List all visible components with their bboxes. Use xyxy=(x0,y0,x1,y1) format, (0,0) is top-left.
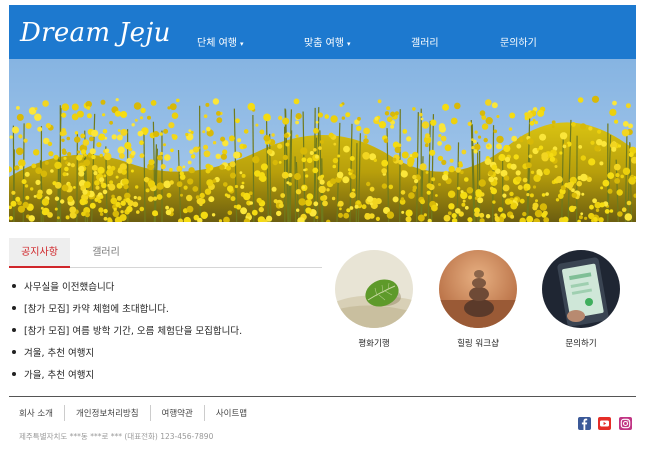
tab-notices[interactable]: 공지사항 xyxy=(9,238,70,268)
card-healing-workshop[interactable]: 힐링 워크샵 xyxy=(439,250,517,349)
list-item[interactable]: 가을, 추천 여행지 xyxy=(12,367,322,389)
instagram-icon[interactable] xyxy=(619,417,632,430)
smartphone-hand-image xyxy=(542,250,620,328)
notice-title: 사무실을 이전했습니다 xyxy=(24,282,115,293)
card-contact[interactable]: 문의하기 xyxy=(542,250,620,349)
notice-list: 사무실을 이전했습니다 [참가 모집] 카약 체험에 초대합니다. [참가 모집… xyxy=(12,279,322,389)
footer-link-terms[interactable]: 여행약관 xyxy=(151,407,204,419)
notice-title: [참가 모집] 여름 방학 기간, 오름 체험단을 모집합니다. xyxy=(24,326,243,337)
bullet-icon xyxy=(12,284,16,288)
nav-contact-label: 문의하기 xyxy=(500,38,537,49)
chevron-down-icon: ▾ xyxy=(346,40,351,48)
list-item[interactable]: [참가 모집] 카약 체험에 초대합니다. xyxy=(12,301,322,323)
site-header: Dream Jeju 단체 여행 ▾ 맞춤 여행 ▾ 갤러리 문의하기 xyxy=(9,5,636,59)
footer-link-about[interactable]: 회사 소개 xyxy=(9,407,64,419)
card-peace-travel-label: 평화기행 xyxy=(358,339,390,349)
nav-contact[interactable]: 문의하기 xyxy=(500,38,537,50)
list-item[interactable]: 겨울, 추천 여행지 xyxy=(12,345,322,367)
card-peace-travel[interactable]: 평화기행 xyxy=(335,250,413,349)
notice-title: 겨울, 추천 여행지 xyxy=(24,348,95,359)
card-contact-label: 문의하기 xyxy=(565,339,597,349)
list-item[interactable]: [참가 모집] 여름 방학 기간, 오름 체험단을 모집합니다. xyxy=(12,323,322,345)
list-item[interactable]: 사무실을 이전했습니다 xyxy=(12,279,322,301)
bullet-icon xyxy=(12,328,16,332)
youtube-icon[interactable] xyxy=(598,417,611,430)
bullet-icon xyxy=(12,350,16,354)
leaf-on-sand-image xyxy=(335,250,413,328)
footer-links: 회사 소개 개인정보처리방침 여행약관 사이트맵 xyxy=(9,404,258,422)
footer-link-privacy[interactable]: 개인정보처리방침 xyxy=(65,407,150,419)
footer-address: 제주특별자치도 ***동 ***로 *** (대표전화) 123-456-789… xyxy=(19,432,214,441)
site-logo[interactable]: Dream Jeju xyxy=(20,18,171,48)
bullet-icon xyxy=(12,306,16,310)
stacked-stones-image xyxy=(439,250,517,328)
notice-title: 가을, 추천 여행지 xyxy=(24,370,95,381)
chevron-down-icon: ▾ xyxy=(239,40,244,48)
facebook-icon[interactable] xyxy=(578,417,591,430)
footer-link-sitemap[interactable]: 사이트맵 xyxy=(205,407,258,419)
hero-banner xyxy=(9,59,636,222)
nav-gallery-label: 갤러리 xyxy=(411,38,439,49)
card-healing-workshop-label: 힐링 워크샵 xyxy=(457,339,499,349)
nav-group-tour[interactable]: 단체 여행 ▾ xyxy=(197,38,244,50)
canola-field-image xyxy=(9,59,636,222)
nav-custom-tour-label: 맞춤 여행 xyxy=(304,38,344,49)
bullet-icon xyxy=(12,372,16,376)
footer-divider xyxy=(9,396,636,397)
nav-group-tour-label: 단체 여행 xyxy=(197,38,237,49)
tab-gallery[interactable]: 갤러리 xyxy=(71,238,141,268)
notice-title: [참가 모집] 카약 체험에 초대합니다. xyxy=(24,304,169,315)
content-tabs: 공지사항 갤러리 xyxy=(9,238,322,268)
nav-custom-tour[interactable]: 맞춤 여행 ▾ xyxy=(304,38,351,50)
nav-gallery[interactable]: 갤러리 xyxy=(411,38,439,50)
